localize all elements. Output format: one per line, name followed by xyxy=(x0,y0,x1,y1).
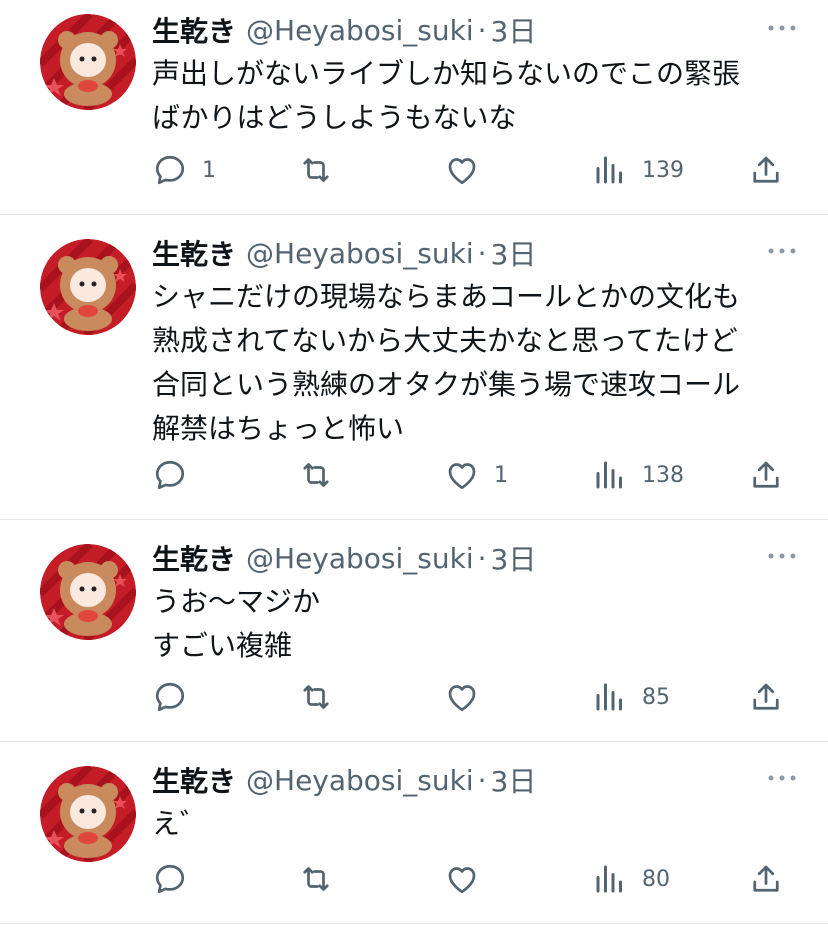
user-handle[interactable]: @Heyabosi_suki xyxy=(246,237,474,270)
separator-dot: · xyxy=(477,763,487,797)
views-count: 139 xyxy=(642,157,684,183)
retweet-button[interactable] xyxy=(298,150,348,190)
reply-button[interactable] xyxy=(152,677,202,717)
timestamp[interactable]: 3日 xyxy=(491,760,537,800)
avatar[interactable] xyxy=(40,239,136,335)
more-icon[interactable] xyxy=(766,241,798,261)
tweet-text: シャニだけの現場ならまあコールとかの文化も 熟成されてないから大丈夫かなと思ってた… xyxy=(152,275,798,451)
retweet-button[interactable] xyxy=(298,859,348,899)
retweet-button[interactable] xyxy=(298,455,348,495)
user-handle[interactable]: @Heyabosi_suki xyxy=(246,764,474,797)
tweet-text-line: すごい複雑 xyxy=(152,629,293,662)
heart-icon xyxy=(448,158,476,185)
like-button[interactable] xyxy=(444,859,494,899)
more-icon[interactable] xyxy=(766,768,798,788)
more-icon[interactable] xyxy=(766,546,798,566)
heart-icon xyxy=(448,685,476,712)
retweet-button[interactable] xyxy=(298,677,348,717)
tweet-text-line: 熟成されてないから大丈夫かなと思ってたけど xyxy=(152,324,738,357)
tweet-text-line: 声出しがないライブしか知らないのでこの緊張 xyxy=(152,57,741,90)
timeline-feed: 生乾き @Heyabosi_suki · 3日 声出しがないライブしか知らないの… xyxy=(0,0,828,924)
reply-button[interactable]: 1 xyxy=(152,150,216,190)
retweet-icon xyxy=(303,158,329,182)
separator-dot: · xyxy=(477,236,487,270)
share-button[interactable] xyxy=(748,677,784,717)
tweet-text-line: 解禁はちょっと怖い xyxy=(152,412,405,445)
tweet[interactable]: 生乾き @Heyabosi_suki · 3日 え゛ 80 xyxy=(0,742,828,924)
reply-icon xyxy=(155,682,185,712)
tweet-text: うお〜マジか すごい複雑 xyxy=(152,580,798,668)
avatar[interactable] xyxy=(40,14,136,110)
like-button[interactable] xyxy=(444,677,494,717)
tweet[interactable]: 生乾き @Heyabosi_suki · 3日 うお〜マジか すごい複雑 85 xyxy=(0,520,828,742)
tweet-text-line: シャニだけの現場ならまあコールとかの文化も xyxy=(152,280,741,313)
heart-icon xyxy=(448,463,476,490)
avatar[interactable] xyxy=(40,544,136,640)
tweet-text: え゛ xyxy=(152,802,798,846)
timestamp[interactable]: 3日 xyxy=(491,538,537,578)
display-name[interactable]: 生乾き xyxy=(152,538,236,578)
views-icon xyxy=(596,865,622,893)
reply-button[interactable] xyxy=(152,859,202,899)
reply-count: 1 xyxy=(202,157,216,183)
action-bar: 1 139 xyxy=(152,150,784,190)
views-count: 80 xyxy=(642,866,670,892)
share-button[interactable] xyxy=(748,150,784,190)
like-button[interactable]: 1 xyxy=(444,455,508,495)
retweet-icon xyxy=(303,463,329,487)
display-name[interactable]: 生乾き xyxy=(152,10,236,50)
views-icon xyxy=(596,156,622,184)
share-button[interactable] xyxy=(748,455,784,495)
reply-button[interactable] xyxy=(152,455,202,495)
action-bar: 80 xyxy=(152,859,784,899)
more-icon[interactable] xyxy=(766,18,798,38)
avatar[interactable] xyxy=(40,766,136,862)
tweet-text: 声出しがないライブしか知らないのでこの緊張 ばかりはどうしようもないな xyxy=(152,52,798,140)
separator-dot: · xyxy=(477,541,487,575)
views-count: 138 xyxy=(642,462,684,488)
share-icon xyxy=(753,461,779,488)
like-count: 1 xyxy=(494,462,508,488)
tweet-text-line: え゛ xyxy=(152,807,209,840)
share-icon xyxy=(753,156,779,183)
tweet-text-line: ばかりはどうしようもないな xyxy=(152,101,517,134)
views-button[interactable]: 139 xyxy=(592,150,684,190)
views-icon xyxy=(596,683,622,711)
tweet[interactable]: 生乾き @Heyabosi_suki · 3日 声出しがないライブしか知らないの… xyxy=(0,0,828,215)
views-button[interactable]: 85 xyxy=(592,677,670,717)
views-button[interactable]: 138 xyxy=(592,455,684,495)
views-count: 85 xyxy=(642,684,670,710)
reply-icon xyxy=(155,155,185,185)
tweet-text-line: 合同という熟練のオタクが集う場で速攻コール xyxy=(152,368,741,401)
timestamp[interactable]: 3日 xyxy=(491,233,537,273)
user-handle[interactable]: @Heyabosi_suki xyxy=(246,542,474,575)
action-bar: 85 xyxy=(152,677,784,717)
user-handle[interactable]: @Heyabosi_suki xyxy=(246,14,474,47)
separator-dot: · xyxy=(477,13,487,47)
display-name[interactable]: 生乾き xyxy=(152,760,236,800)
retweet-icon xyxy=(303,685,329,709)
share-icon xyxy=(753,683,779,710)
tweet-text-line: うお〜マジか xyxy=(152,585,321,618)
views-button[interactable]: 80 xyxy=(592,859,670,899)
timestamp[interactable]: 3日 xyxy=(491,10,537,50)
reply-icon xyxy=(155,864,185,894)
reply-icon xyxy=(155,460,185,490)
action-bar: 1 138 xyxy=(152,455,784,495)
display-name[interactable]: 生乾き xyxy=(152,233,236,273)
tweet[interactable]: 生乾き @Heyabosi_suki · 3日 シャニだけの現場ならまあコールと… xyxy=(0,215,828,520)
like-button[interactable] xyxy=(444,150,494,190)
views-icon xyxy=(596,461,622,489)
retweet-icon xyxy=(303,867,329,891)
share-button[interactable] xyxy=(748,859,784,899)
heart-icon xyxy=(448,867,476,894)
share-icon xyxy=(753,865,779,892)
